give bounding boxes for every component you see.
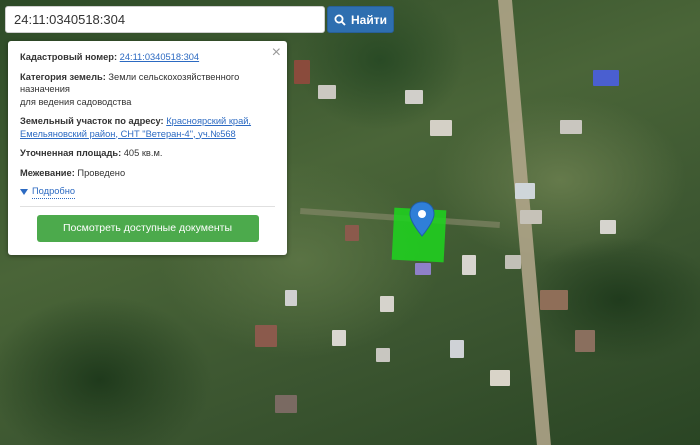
address-link[interactable]: Красноярский край, xyxy=(166,116,251,126)
building xyxy=(318,85,336,99)
building xyxy=(593,70,619,86)
cadastral-number-label: Кадастровый номер: xyxy=(20,52,118,62)
search-input[interactable]: 24:11:0340518:304 xyxy=(5,6,325,33)
land-category-label: Категория земель: xyxy=(20,71,106,82)
search-icon xyxy=(334,14,346,26)
details-label: Подробно xyxy=(32,185,76,199)
search-button[interactable]: Найти xyxy=(327,6,394,33)
building xyxy=(600,220,616,234)
building xyxy=(540,290,568,310)
cadastral-number-link[interactable]: 24:11:0340518:304 xyxy=(120,52,199,62)
building xyxy=(520,210,542,224)
building xyxy=(560,120,582,134)
survey-label: Межевание: xyxy=(20,167,75,178)
details-toggle[interactable]: Подробно xyxy=(20,185,275,199)
building xyxy=(430,120,452,136)
building xyxy=(294,60,310,84)
map-marker-icon[interactable] xyxy=(408,201,436,237)
close-icon[interactable]: × xyxy=(272,44,281,62)
address-label: Земельный участок по адресу: xyxy=(20,116,164,126)
caret-down-icon xyxy=(20,188,28,195)
building xyxy=(575,330,595,352)
address-link-line2[interactable]: Емельяновский район, СНТ "Ветеран-4", уч… xyxy=(20,129,236,139)
area-label: Уточненная площадь: xyxy=(20,148,122,158)
survey-row: Межевание: Проведено xyxy=(20,167,275,180)
address-row: Земельный участок по адресу: Красноярски… xyxy=(20,115,275,140)
land-category-row: Категория земель: Земли сельскохозяйстве… xyxy=(20,71,275,109)
area-value: 405 кв.м. xyxy=(123,148,163,158)
building xyxy=(490,370,510,386)
building xyxy=(505,255,521,269)
cadastral-number-row: Кадастровый номер: 24:11:0340518:304 xyxy=(20,51,275,64)
building xyxy=(462,255,476,275)
divider xyxy=(20,205,275,207)
building xyxy=(450,340,464,358)
building xyxy=(275,395,297,413)
building xyxy=(255,325,277,347)
building xyxy=(380,296,394,312)
building xyxy=(415,263,431,275)
survey-value: Проведено xyxy=(77,167,126,178)
building xyxy=(376,348,390,362)
building xyxy=(332,330,346,346)
area-row: Уточненная площадь: 405 кв.м. xyxy=(20,147,275,160)
building xyxy=(285,290,297,306)
search-button-label: Найти xyxy=(351,12,387,27)
building xyxy=(515,183,535,199)
parcel-info-popup: × Кадастровый номер: 24:11:0340518:304 К… xyxy=(8,41,287,255)
view-documents-button[interactable]: Посмотреть доступные документы xyxy=(36,214,259,242)
land-use-value: для ведения садоводства xyxy=(20,96,132,107)
building xyxy=(345,225,359,241)
building xyxy=(405,90,423,104)
